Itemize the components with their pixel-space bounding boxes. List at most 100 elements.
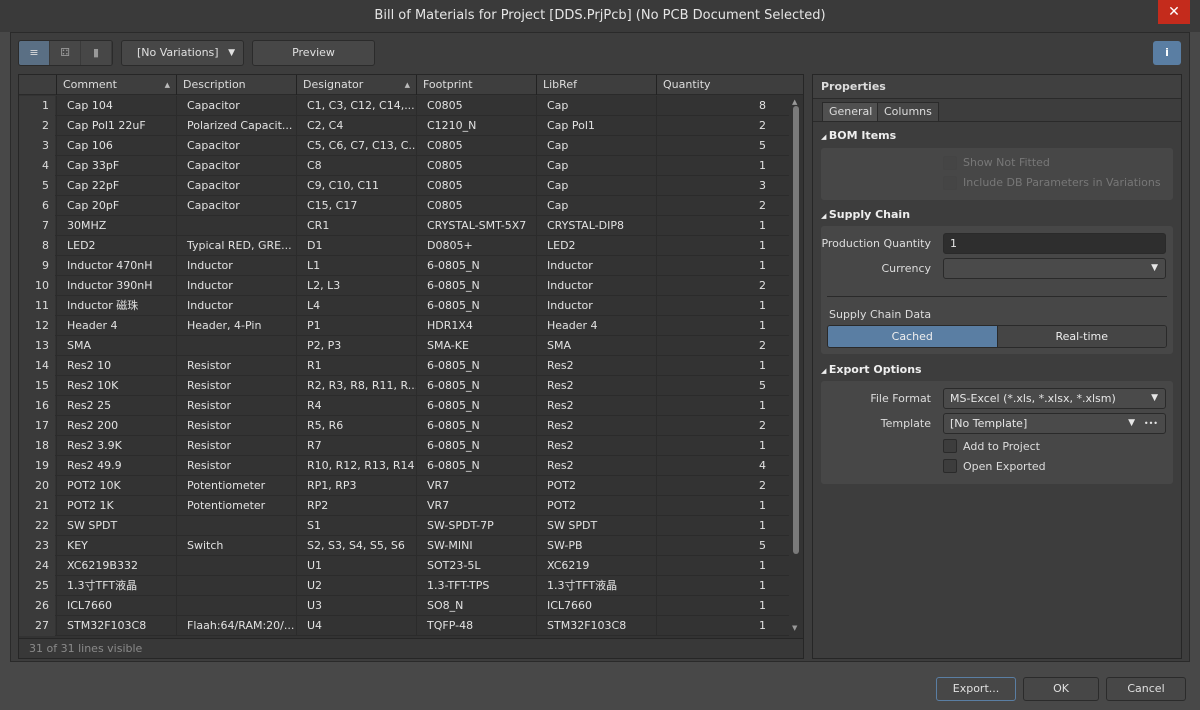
column-header-quantity[interactable]: Quantity xyxy=(656,75,776,95)
table-row[interactable]: 24 XC6219B332 U1 SOT23-5L XC6219 1 xyxy=(19,556,789,576)
cell-comment: Res2 10K xyxy=(56,376,176,396)
scroll-down-icon[interactable]: ▼ xyxy=(792,624,797,632)
cell-designator: R5, R6 xyxy=(296,416,416,436)
table-row[interactable]: 22 SW SPDT S1 SW-SPDT-7P SW SPDT 1 xyxy=(19,516,789,536)
tab-general[interactable]: General xyxy=(822,102,880,121)
table-row[interactable]: 17 Res2 200 Resistor R5, R6 6-0805_N Res2 2 xyxy=(19,416,789,436)
list-view-icon[interactable]: ≡ xyxy=(19,41,50,65)
sort-ascending-icon[interactable]: ▲ xyxy=(405,75,410,95)
cell-designator: R2, R3, R8, R11, R... xyxy=(296,376,416,396)
table-row[interactable]: 2 Cap Pol1 22uF Polarized Capacit... C2, C4… xyxy=(19,116,789,136)
preview-button[interactable]: Preview xyxy=(252,40,375,66)
cancel-button[interactable]: Cancel xyxy=(1106,677,1186,701)
row-number: 14 xyxy=(19,356,55,376)
cell-comment: STM32F103C8 xyxy=(56,616,176,636)
cell-description: Inductor xyxy=(176,296,296,316)
tab-divider xyxy=(813,121,1181,122)
table-row[interactable]: 26 ICL7660 U3 SO8_N ICL7660 1 xyxy=(19,596,789,616)
cached-option[interactable]: Cached xyxy=(828,326,997,347)
production-quantity-input[interactable]: 1 xyxy=(943,233,1166,254)
cell-comment: Inductor 磁珠 xyxy=(56,296,176,316)
cell-description: Header, 4-Pin xyxy=(176,316,296,336)
table-row[interactable]: 12 Header 4 Header, 4-Pin P1 HDR1X4 Header 41 xyxy=(19,316,789,336)
more-options-icon[interactable]: ••• xyxy=(1144,414,1158,433)
table-row[interactable]: 21 POT2 1K Potentiometer RP2 VR7 POT2 1 xyxy=(19,496,789,516)
cell-libref: Cap Pol1 xyxy=(536,116,656,136)
sort-ascending-icon[interactable]: ▲ xyxy=(165,75,170,95)
chevron-down-icon: ▼ xyxy=(1128,418,1135,428)
table-row[interactable]: 3 Cap 106 Capacitor C5, C6, C7, C13, C... C0… xyxy=(19,136,789,156)
column-header-footprint[interactable]: Footprint xyxy=(416,75,536,95)
grouped-view-icon[interactable]: ⚃ xyxy=(50,41,81,65)
include-db-checkbox[interactable] xyxy=(943,176,957,190)
file-format-dropdown[interactable]: MS-Excel (*.xls, *.xlsx, *.xlsm) ▼ xyxy=(943,388,1166,409)
cell-comment: Inductor 470nH xyxy=(56,256,176,276)
cell-libref: Cap xyxy=(536,96,656,116)
cell-description: Typical RED, GRE... xyxy=(176,236,296,256)
table-row[interactable]: 9 Inductor 470nH Inductor L1 6-0805_N Inducto… xyxy=(19,256,789,276)
section-export-options[interactable]: Export Options xyxy=(821,363,922,376)
cell-footprint: 1.3-TFT-TPS xyxy=(416,576,536,596)
realtime-option[interactable]: Real-time xyxy=(996,326,1166,347)
table-row[interactable]: 13 SMA P2, P3 SMA-KE SMA 2 xyxy=(19,336,789,356)
export-button[interactable]: Export... xyxy=(936,677,1016,701)
table-row[interactable]: 18 Res2 3.9K Resistor R7 6-0805_N Res2 1 xyxy=(19,436,789,456)
cell-description: Potentiometer xyxy=(176,476,296,496)
table-row[interactable]: 7 30MHZ CR1 CRYSTAL-SMT-5X7 CRYSTAL-DIP8 1 xyxy=(19,216,789,236)
close-button[interactable]: ✕ xyxy=(1158,0,1190,24)
open-exported-checkbox[interactable] xyxy=(943,459,957,473)
table-row[interactable]: 5 Cap 22pF Capacitor C9, C10, C11 C0805 Cap 3 xyxy=(19,176,789,196)
template-label: Template xyxy=(880,417,931,430)
cell-libref: Cap xyxy=(536,156,656,176)
table-row[interactable]: 20 POT2 10K Potentiometer RP1, RP3 VR7 POT2 2 xyxy=(19,476,789,496)
table-row[interactable]: 4 Cap 33pF Capacitor C8 C0805 Cap 1 xyxy=(19,156,789,176)
cell-quantity: 5 xyxy=(656,136,776,156)
open-exported-label: Open Exported xyxy=(963,460,1046,473)
table-row[interactable]: 6 Cap 20pF Capacitor C15, C17 C0805 Cap 2 xyxy=(19,196,789,216)
add-to-project-checkbox[interactable] xyxy=(943,439,957,453)
cell-description: Potentiometer xyxy=(176,496,296,516)
chart-view-icon[interactable]: ▮ xyxy=(81,41,112,65)
variations-dropdown[interactable]: [No Variations] ▼ xyxy=(121,40,244,66)
cell-quantity: 2 xyxy=(656,416,776,436)
table-row[interactable]: 8 LED2 Typical RED, GRE... D1 D0805+ LED2 1 xyxy=(19,236,789,256)
section-supply-chain[interactable]: Supply Chain xyxy=(821,208,910,221)
cell-quantity: 3 xyxy=(656,176,776,196)
section-bom-items[interactable]: BOM Items xyxy=(821,129,896,142)
cell-quantity: 2 xyxy=(656,476,776,496)
show-not-fitted-checkbox[interactable] xyxy=(943,156,957,170)
scrollbar-thumb[interactable] xyxy=(793,106,799,554)
table-row[interactable]: 15 Res2 10K Resistor R2, R3, R8, R11, R... 6… xyxy=(19,376,789,396)
currency-label: Currency xyxy=(881,262,931,275)
column-header-comment[interactable]: Comment ▲ xyxy=(56,75,176,95)
cell-quantity: 8 xyxy=(656,96,776,116)
tab-columns[interactable]: Columns xyxy=(877,102,939,121)
currency-dropdown[interactable]: ▼ xyxy=(943,258,1166,279)
table-row[interactable]: 23 KEY Switch S2, S3, S4, S5, S6 SW-MINI SW-P… xyxy=(19,536,789,556)
row-number: 10 xyxy=(19,276,55,296)
ok-button[interactable]: OK xyxy=(1023,677,1099,701)
row-number: 23 xyxy=(19,536,55,556)
cell-description: Inductor xyxy=(176,256,296,276)
column-header-description[interactable]: Description xyxy=(176,75,296,95)
info-button[interactable]: i xyxy=(1153,41,1181,65)
scroll-up-icon[interactable]: ▲ xyxy=(792,98,797,106)
table-row[interactable]: 14 Res2 10 Resistor R1 6-0805_N Res2 1 xyxy=(19,356,789,376)
template-dropdown[interactable]: [No Template] ▼ ••• xyxy=(943,413,1166,434)
table-row[interactable]: 1 Cap 104 Capacitor C1, C3, C12, C14,... C08… xyxy=(19,96,789,116)
table-body: 1 Cap 104 Capacitor C1, C3, C12, C14,... C08… xyxy=(19,96,789,636)
table-row[interactable]: 27 STM32F103C8 Flaah:64/RAM:20/... U4 TQFP-4… xyxy=(19,616,789,636)
column-header-designator[interactable]: Designator ▲ xyxy=(296,75,416,95)
table-row[interactable]: 25 1.3寸TFT液晶 U2 1.3-TFT-TPS 1.3寸TFT液晶 1 xyxy=(19,576,789,596)
cell-comment: Header 4 xyxy=(56,316,176,336)
column-header-libref[interactable]: LibRef xyxy=(536,75,656,95)
table-row[interactable]: 19 Res2 49.9 Resistor R10, R12, R13, R14 6-0… xyxy=(19,456,789,476)
table-row[interactable]: 10 Inductor 390nH Inductor L2, L3 6-0805_N In… xyxy=(19,276,789,296)
cell-description: Resistor xyxy=(176,416,296,436)
vertical-scrollbar[interactable]: ▲ ▼ xyxy=(789,96,803,636)
cell-description xyxy=(176,336,296,356)
row-number: 15 xyxy=(19,376,55,396)
cell-footprint: D0805+ xyxy=(416,236,536,256)
table-row[interactable]: 11 Inductor 磁珠 Inductor L4 6-0805_N Inductor 1 xyxy=(19,296,789,316)
table-row[interactable]: 16 Res2 25 Resistor R4 6-0805_N Res2 1 xyxy=(19,396,789,416)
